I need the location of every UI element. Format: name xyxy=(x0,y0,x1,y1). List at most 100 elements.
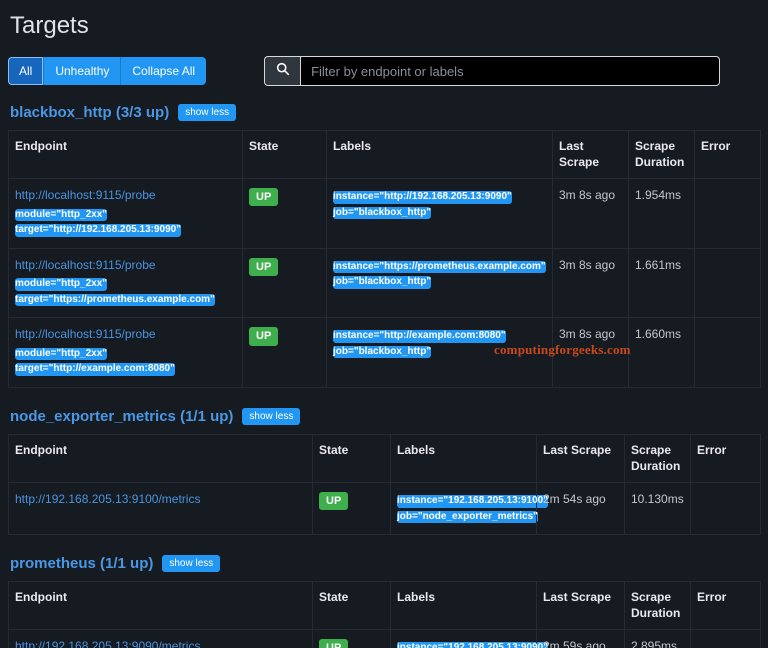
labels-cell: instance="http://192.168.205.13:9090" jo… xyxy=(326,178,553,249)
col-header-endpoint: Endpoint xyxy=(8,581,313,631)
endpoint-cell: http://localhost:9115/probe module="http… xyxy=(8,247,243,319)
scrape-duration-cell: 1.954ms xyxy=(628,178,695,249)
error-cell xyxy=(694,317,761,388)
targets-table: Endpoint State Labels Last Scrape Scrape… xyxy=(8,581,761,648)
label-badge: instance="https://prometheus.example.com… xyxy=(333,260,546,274)
error-cell xyxy=(690,629,761,648)
label-badge: instance="http://example.com:8080" xyxy=(333,330,506,343)
state-cell: UP xyxy=(242,178,327,249)
last-scrape-cell: 2m 54s ago xyxy=(536,482,625,536)
label-badge: instance="192.168.205.13:9090" xyxy=(397,642,548,648)
endpoint-cell: http://localhost:9115/probe module="http… xyxy=(8,178,243,249)
show-less-button[interactable]: show less xyxy=(178,104,237,121)
collapse-all-button[interactable]: Collapse All xyxy=(120,57,207,85)
state-up-badge: UP xyxy=(319,639,349,648)
filter-button-group: All Unhealthy Collapse All xyxy=(8,57,207,85)
state-cell: UP xyxy=(242,317,327,388)
col-header-last-scrape: Last Scrape xyxy=(536,581,625,631)
col-header-labels: Labels xyxy=(326,129,553,180)
targets-table: Endpoint State Labels Last Scrape Scrape… xyxy=(8,129,761,388)
target-row: http://192.168.205.13:9100/metrics UP in… xyxy=(8,482,761,536)
state-cell: UP xyxy=(312,629,391,648)
search-addon xyxy=(264,56,301,86)
job-section-node-exporter-metrics: node_exporter_metrics (1/1 up) show less… xyxy=(8,407,761,536)
endpoint-link[interactable]: http://localhost:9115/probe xyxy=(15,188,156,204)
last-scrape-cell: 3m 8s ago xyxy=(552,317,629,388)
show-less-button[interactable]: show less xyxy=(242,407,301,425)
last-scrape-cell: 3m 8s ago xyxy=(552,178,629,249)
label-badge: job="blackbox_http" xyxy=(333,276,432,289)
error-cell xyxy=(694,247,761,319)
labels-cell: instance="https://prometheus.example.com… xyxy=(326,247,553,319)
section-head: node_exporter_metrics (1/1 up) show less xyxy=(10,407,760,425)
endpoint-param-badge: module="http_2xx" xyxy=(15,278,108,291)
col-header-endpoint: Endpoint xyxy=(8,433,313,484)
col-header-last-scrape: Last Scrape xyxy=(552,129,629,180)
filter-all-button[interactable]: All xyxy=(8,57,44,85)
endpoint-cell: http://192.168.205.13:9100/metrics xyxy=(8,482,313,536)
search-input[interactable] xyxy=(300,56,721,86)
endpoint-link[interactable]: http://localhost:9115/probe xyxy=(15,327,156,343)
target-row: http://localhost:9115/probe module="http… xyxy=(8,178,761,249)
endpoint-link[interactable]: http://localhost:9115/probe xyxy=(15,258,156,274)
col-header-state: State xyxy=(242,129,327,180)
table-header-row: Endpoint State Labels Last Scrape Scrape… xyxy=(8,581,761,631)
labels-cell: instance="192.168.205.13:9100" job="node… xyxy=(390,482,548,536)
labels-cell: instance="192.168.205.13:9090" job="prom… xyxy=(390,629,548,648)
state-up-badge: UP xyxy=(319,492,349,511)
state-cell: UP xyxy=(242,247,327,319)
error-cell xyxy=(690,482,761,536)
labels-cell: instance="http://example.com:8080" job="… xyxy=(326,317,553,388)
error-cell xyxy=(694,178,761,249)
targets-table: Endpoint State Labels Last Scrape Scrape… xyxy=(8,433,761,536)
table-header-row: Endpoint State Labels Last Scrape Scrape… xyxy=(8,129,761,180)
job-section-prometheus: prometheus (1/1 up) show less Endpoint S… xyxy=(8,555,761,648)
col-header-endpoint: Endpoint xyxy=(8,129,243,180)
job-section-title: prometheus (1/1 up) xyxy=(10,555,154,573)
job-section-title: node_exporter_metrics (1/1 up) xyxy=(10,407,234,425)
show-less-button[interactable]: show less xyxy=(162,555,221,573)
endpoint-param-badge: module="http_2xx" xyxy=(15,347,108,361)
target-row: http://localhost:9115/probe module="http… xyxy=(8,247,761,319)
col-header-labels: Labels xyxy=(390,581,537,631)
endpoint-cell: http://localhost:9115/probe module="http… xyxy=(8,317,243,388)
label-badge: job="blackbox_http" xyxy=(333,206,432,220)
label-badge: job="blackbox_http" xyxy=(333,345,432,359)
col-header-error: Error xyxy=(690,581,761,631)
col-header-scrape-duration: Scrape Duration xyxy=(624,433,691,484)
endpoint-cell: http://192.168.205.13:9090/metrics xyxy=(8,629,313,648)
job-section-title: blackbox_http (3/3 up) xyxy=(10,104,170,121)
col-header-state: State xyxy=(312,581,391,631)
endpoint-param-badge: target="http://192.168.205.13:9090" xyxy=(15,224,181,237)
state-up-badge: UP xyxy=(249,188,279,207)
col-header-scrape-duration: Scrape Duration xyxy=(628,129,695,180)
toolbar: All Unhealthy Collapse All xyxy=(8,56,760,86)
state-up-badge: UP xyxy=(249,327,279,346)
endpoint-link[interactable]: http://192.168.205.13:9100/metrics xyxy=(15,492,200,508)
target-row: http://192.168.205.13:9090/metrics UP in… xyxy=(8,629,761,648)
col-header-error: Error xyxy=(690,433,761,484)
state-cell: UP xyxy=(312,482,391,536)
endpoint-link[interactable]: http://192.168.205.13:9090/metrics xyxy=(15,639,200,648)
filter-unhealthy-button[interactable]: Unhealthy xyxy=(43,57,121,85)
search-icon xyxy=(276,62,290,81)
endpoint-param-badge: target="https://prometheus.example.com" xyxy=(15,293,215,307)
last-scrape-cell: 2m 59s ago xyxy=(536,629,625,648)
col-header-labels: Labels xyxy=(390,433,537,484)
scrape-duration-cell: 1.660ms xyxy=(628,317,695,388)
scrape-duration-cell: 2.895ms xyxy=(624,629,691,648)
page-title: Targets xyxy=(10,12,89,39)
label-badge: job="node_exporter_metrics" xyxy=(397,510,538,524)
col-header-state: State xyxy=(312,433,391,484)
endpoint-param-badge: target="http://example.com:8080" xyxy=(15,363,175,376)
label-badge: instance="192.168.205.13:9100" xyxy=(397,495,548,508)
last-scrape-cell: 3m 8s ago xyxy=(552,247,629,319)
col-header-scrape-duration: Scrape Duration xyxy=(624,581,691,631)
state-up-badge: UP xyxy=(249,257,279,277)
search-group xyxy=(264,56,721,86)
targets-page: Targets All Unhealthy Collapse All black… xyxy=(0,0,768,648)
job-section-blackbox-http: blackbox_http (3/3 up) show less Endpoin… xyxy=(8,104,761,388)
col-header-last-scrape: Last Scrape xyxy=(536,433,625,484)
col-header-error: Error xyxy=(694,129,761,180)
endpoint-param-badge: module="http_2xx" xyxy=(15,208,108,222)
